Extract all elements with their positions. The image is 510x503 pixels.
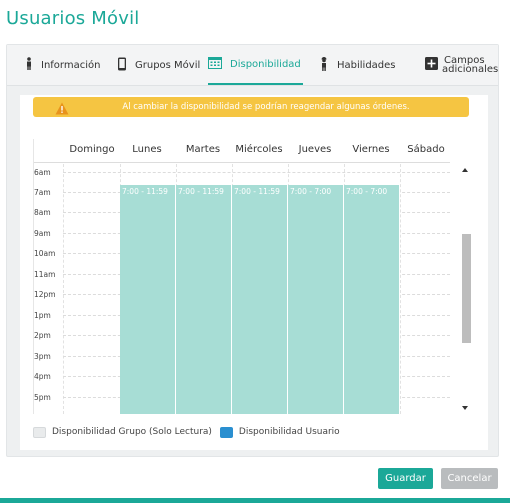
tab-bar: Información Grupos Móvil Disponibilidad … bbox=[7, 45, 498, 86]
tab-label: Disponibilidad bbox=[230, 58, 301, 70]
availability-event[interactable]: 7:00 - 7:00 bbox=[344, 185, 400, 414]
hour-label: 7am bbox=[34, 188, 51, 197]
event-time-label: 7:00 - 7:00 bbox=[290, 187, 332, 196]
scroll-up-arrow-icon[interactable] bbox=[462, 168, 468, 172]
calendar-legend: Disponibilidad Grupo (Solo Lectura) Disp… bbox=[33, 425, 340, 439]
legend-group-label: Disponibilidad Grupo (Solo Lectura) bbox=[52, 427, 212, 437]
availability-content: Al cambiar la disponibilidad se podrían … bbox=[20, 95, 488, 450]
day-header: Miércoles bbox=[235, 144, 283, 155]
event-time-label: 7:00 - 11:59 bbox=[122, 187, 168, 196]
user-availability-swatch bbox=[219, 426, 233, 438]
day-header: Viernes bbox=[352, 144, 390, 155]
scrollbar-thumb[interactable] bbox=[462, 234, 471, 343]
tab-grupos-movil[interactable]: Grupos Móvil bbox=[117, 45, 200, 85]
event-time-label: 7:00 - 11:59 bbox=[178, 187, 224, 196]
page-title: Usuarios Móvil bbox=[6, 8, 140, 29]
tab-label: Grupos Móvil bbox=[135, 59, 201, 71]
availability-event[interactable]: 7:00 - 7:00 bbox=[288, 185, 344, 414]
tab-disponibilidad[interactable]: Disponibilidad bbox=[208, 45, 303, 85]
hour-line bbox=[63, 172, 450, 173]
calendar-day-header: Domingo Lunes Martes Miércoles Jueves Vi… bbox=[34, 139, 450, 163]
scroll-down-arrow-icon[interactable] bbox=[462, 406, 468, 410]
legend-user-label: Disponibilidad Usuario bbox=[238, 427, 340, 437]
tab-campos-adicionales[interactable]: Campos adicionales bbox=[425, 45, 498, 85]
hour-label: 11am bbox=[34, 270, 56, 279]
hour-label: 8am bbox=[34, 208, 51, 217]
availability-calendar: Domingo Lunes Martes Miércoles Jueves Vi… bbox=[33, 139, 471, 414]
bottom-accent-bar bbox=[0, 498, 510, 503]
hour-label: 5pm bbox=[34, 393, 51, 402]
user-panel: Información Grupos Móvil Disponibilidad … bbox=[6, 44, 499, 457]
event-time-label: 7:00 - 11:59 bbox=[234, 187, 280, 196]
day-header: Domingo bbox=[69, 144, 115, 155]
warning-icon bbox=[55, 100, 69, 115]
group-availability-swatch bbox=[33, 426, 46, 438]
tab-informacion[interactable]: Información bbox=[25, 45, 100, 85]
hour-label: 1pm bbox=[34, 311, 51, 320]
day-header: Martes bbox=[185, 144, 221, 155]
hour-label: 12pm bbox=[34, 290, 56, 299]
hour-label: 2pm bbox=[34, 331, 51, 340]
tab-label-line2: adicionales bbox=[442, 64, 499, 75]
hour-label: 9am bbox=[34, 229, 51, 238]
hour-label: 3pm bbox=[34, 352, 51, 361]
person-icon bbox=[25, 57, 33, 73]
hour-label: 4pm bbox=[34, 372, 51, 381]
availability-event[interactable]: 7:00 - 11:59 bbox=[232, 185, 288, 414]
save-button[interactable]: Guardar bbox=[378, 468, 433, 489]
hour-label: 6am bbox=[34, 168, 51, 177]
availability-event[interactable]: 7:00 - 11:59 bbox=[176, 185, 232, 414]
event-time-label: 7:00 - 7:00 bbox=[346, 187, 388, 196]
mobile-icon bbox=[117, 57, 127, 74]
alert-text: Al cambiar la disponibilidad se podrían … bbox=[122, 102, 410, 112]
warning-alert: Al cambiar la disponibilidad se podrían … bbox=[33, 97, 469, 117]
calendar-scrollbar[interactable] bbox=[460, 164, 471, 414]
hour-label: 10am bbox=[34, 249, 56, 258]
tab-label: Campos adicionales bbox=[442, 56, 499, 75]
day-header: Sábado bbox=[407, 144, 445, 155]
tab-habilidades[interactable]: Habilidades bbox=[319, 45, 396, 85]
day-header: Jueves bbox=[298, 144, 332, 155]
cancel-button[interactable]: Cancelar bbox=[441, 468, 498, 489]
day-header: Lunes bbox=[132, 144, 162, 155]
calendar-time-grid[interactable]: 6am 7am 8am 9am 10am 11am 12pm 1pm 2pm 3… bbox=[34, 164, 471, 414]
tab-label: Información bbox=[41, 59, 101, 71]
worker-icon bbox=[319, 56, 329, 74]
plus-square-icon bbox=[425, 57, 438, 73]
tab-label: Habilidades bbox=[337, 59, 396, 71]
calendar-icon bbox=[208, 56, 222, 72]
availability-event[interactable]: 7:00 - 11:59 bbox=[120, 185, 176, 414]
